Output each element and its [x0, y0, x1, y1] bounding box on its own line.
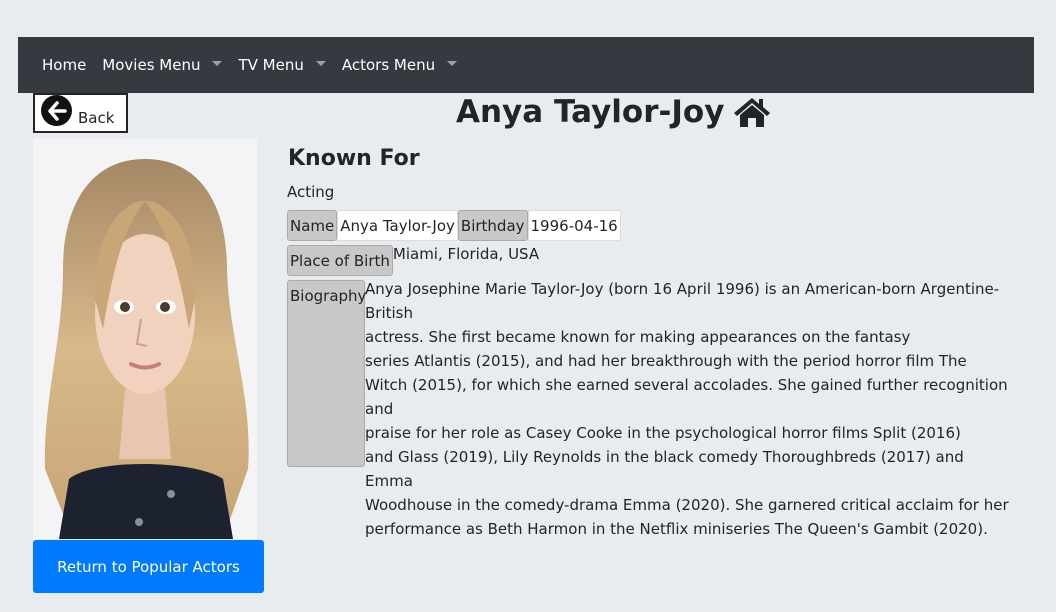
- biography-row: Biography Anya Josephine Marie Taylor-Jo…: [287, 280, 1015, 541]
- biography-text: Anya Josephine Marie Taylor-Joy (born 16…: [365, 277, 1015, 541]
- place-of-birth-value: Miami, Florida, USA: [392, 245, 540, 263]
- nav-actors-label: Actors Menu: [341, 56, 436, 74]
- biography-line: series Atlantis (2015), and had her brea…: [365, 352, 967, 370]
- nav-home[interactable]: Home: [42, 56, 86, 74]
- return-to-popular-actors-button[interactable]: Return to Popular Actors: [33, 540, 264, 593]
- place-of-birth-label: Place of Birth: [287, 245, 393, 276]
- biography-line: actress. She first became known for maki…: [365, 328, 911, 346]
- nav-movies-menu[interactable]: Movies Menu: [102, 56, 223, 74]
- caret-down-icon: [315, 60, 326, 66]
- back-button[interactable]: Back: [33, 93, 128, 133]
- caret-down-icon: [447, 60, 458, 66]
- arrow-left-circle-icon: [41, 95, 72, 126]
- top-navbar: Home Movies Menu TV Menu Actors Menu: [18, 37, 1034, 93]
- known-for-department: Acting: [287, 183, 335, 201]
- actor-name-title: Anya Taylor-Joy: [456, 94, 725, 130]
- actor-photo: [33, 139, 257, 539]
- known-for-heading: Known For: [288, 146, 420, 171]
- biography-line: Anya Josephine Marie Taylor-Joy (born 16…: [365, 280, 1000, 322]
- name-birthday-row: Name Anya Taylor-Joy Birthday 1996-04-16: [287, 210, 621, 241]
- return-button-label: Return to Popular Actors: [57, 557, 240, 576]
- page-title: Anya Taylor-Joy: [456, 94, 771, 130]
- name-label: Name: [287, 210, 338, 241]
- biography-line: performance as Beth Harmon in the Netfli…: [365, 520, 988, 538]
- nav-actors-menu[interactable]: Actors Menu: [341, 56, 458, 74]
- nav-movies-label: Movies Menu: [102, 56, 201, 74]
- nav-tv-menu[interactable]: TV Menu: [238, 56, 326, 74]
- place-of-birth-row: Place of Birth Miami, Florida, USA: [287, 245, 539, 276]
- caret-down-icon: [212, 60, 223, 66]
- birthday-value: 1996-04-16: [527, 210, 621, 241]
- biography-line: Woodhouse in the comedy-drama Emma (2020…: [365, 496, 1009, 514]
- back-label: Back: [78, 109, 115, 127]
- name-value: Anya Taylor-Joy: [337, 210, 458, 241]
- biography-line: Witch (2015), for which she earned sever…: [365, 376, 1008, 418]
- biography-line: and Glass (2019), Lily Reynolds in the b…: [365, 448, 964, 490]
- biography-line: praise for her role as Casey Cooke in th…: [365, 424, 961, 442]
- home-icon[interactable]: [733, 96, 771, 128]
- nav-tv-label: TV Menu: [238, 56, 304, 74]
- birthday-label: Birthday: [457, 210, 528, 241]
- nav-home-label: Home: [42, 56, 87, 74]
- biography-label: Biography: [287, 280, 366, 467]
